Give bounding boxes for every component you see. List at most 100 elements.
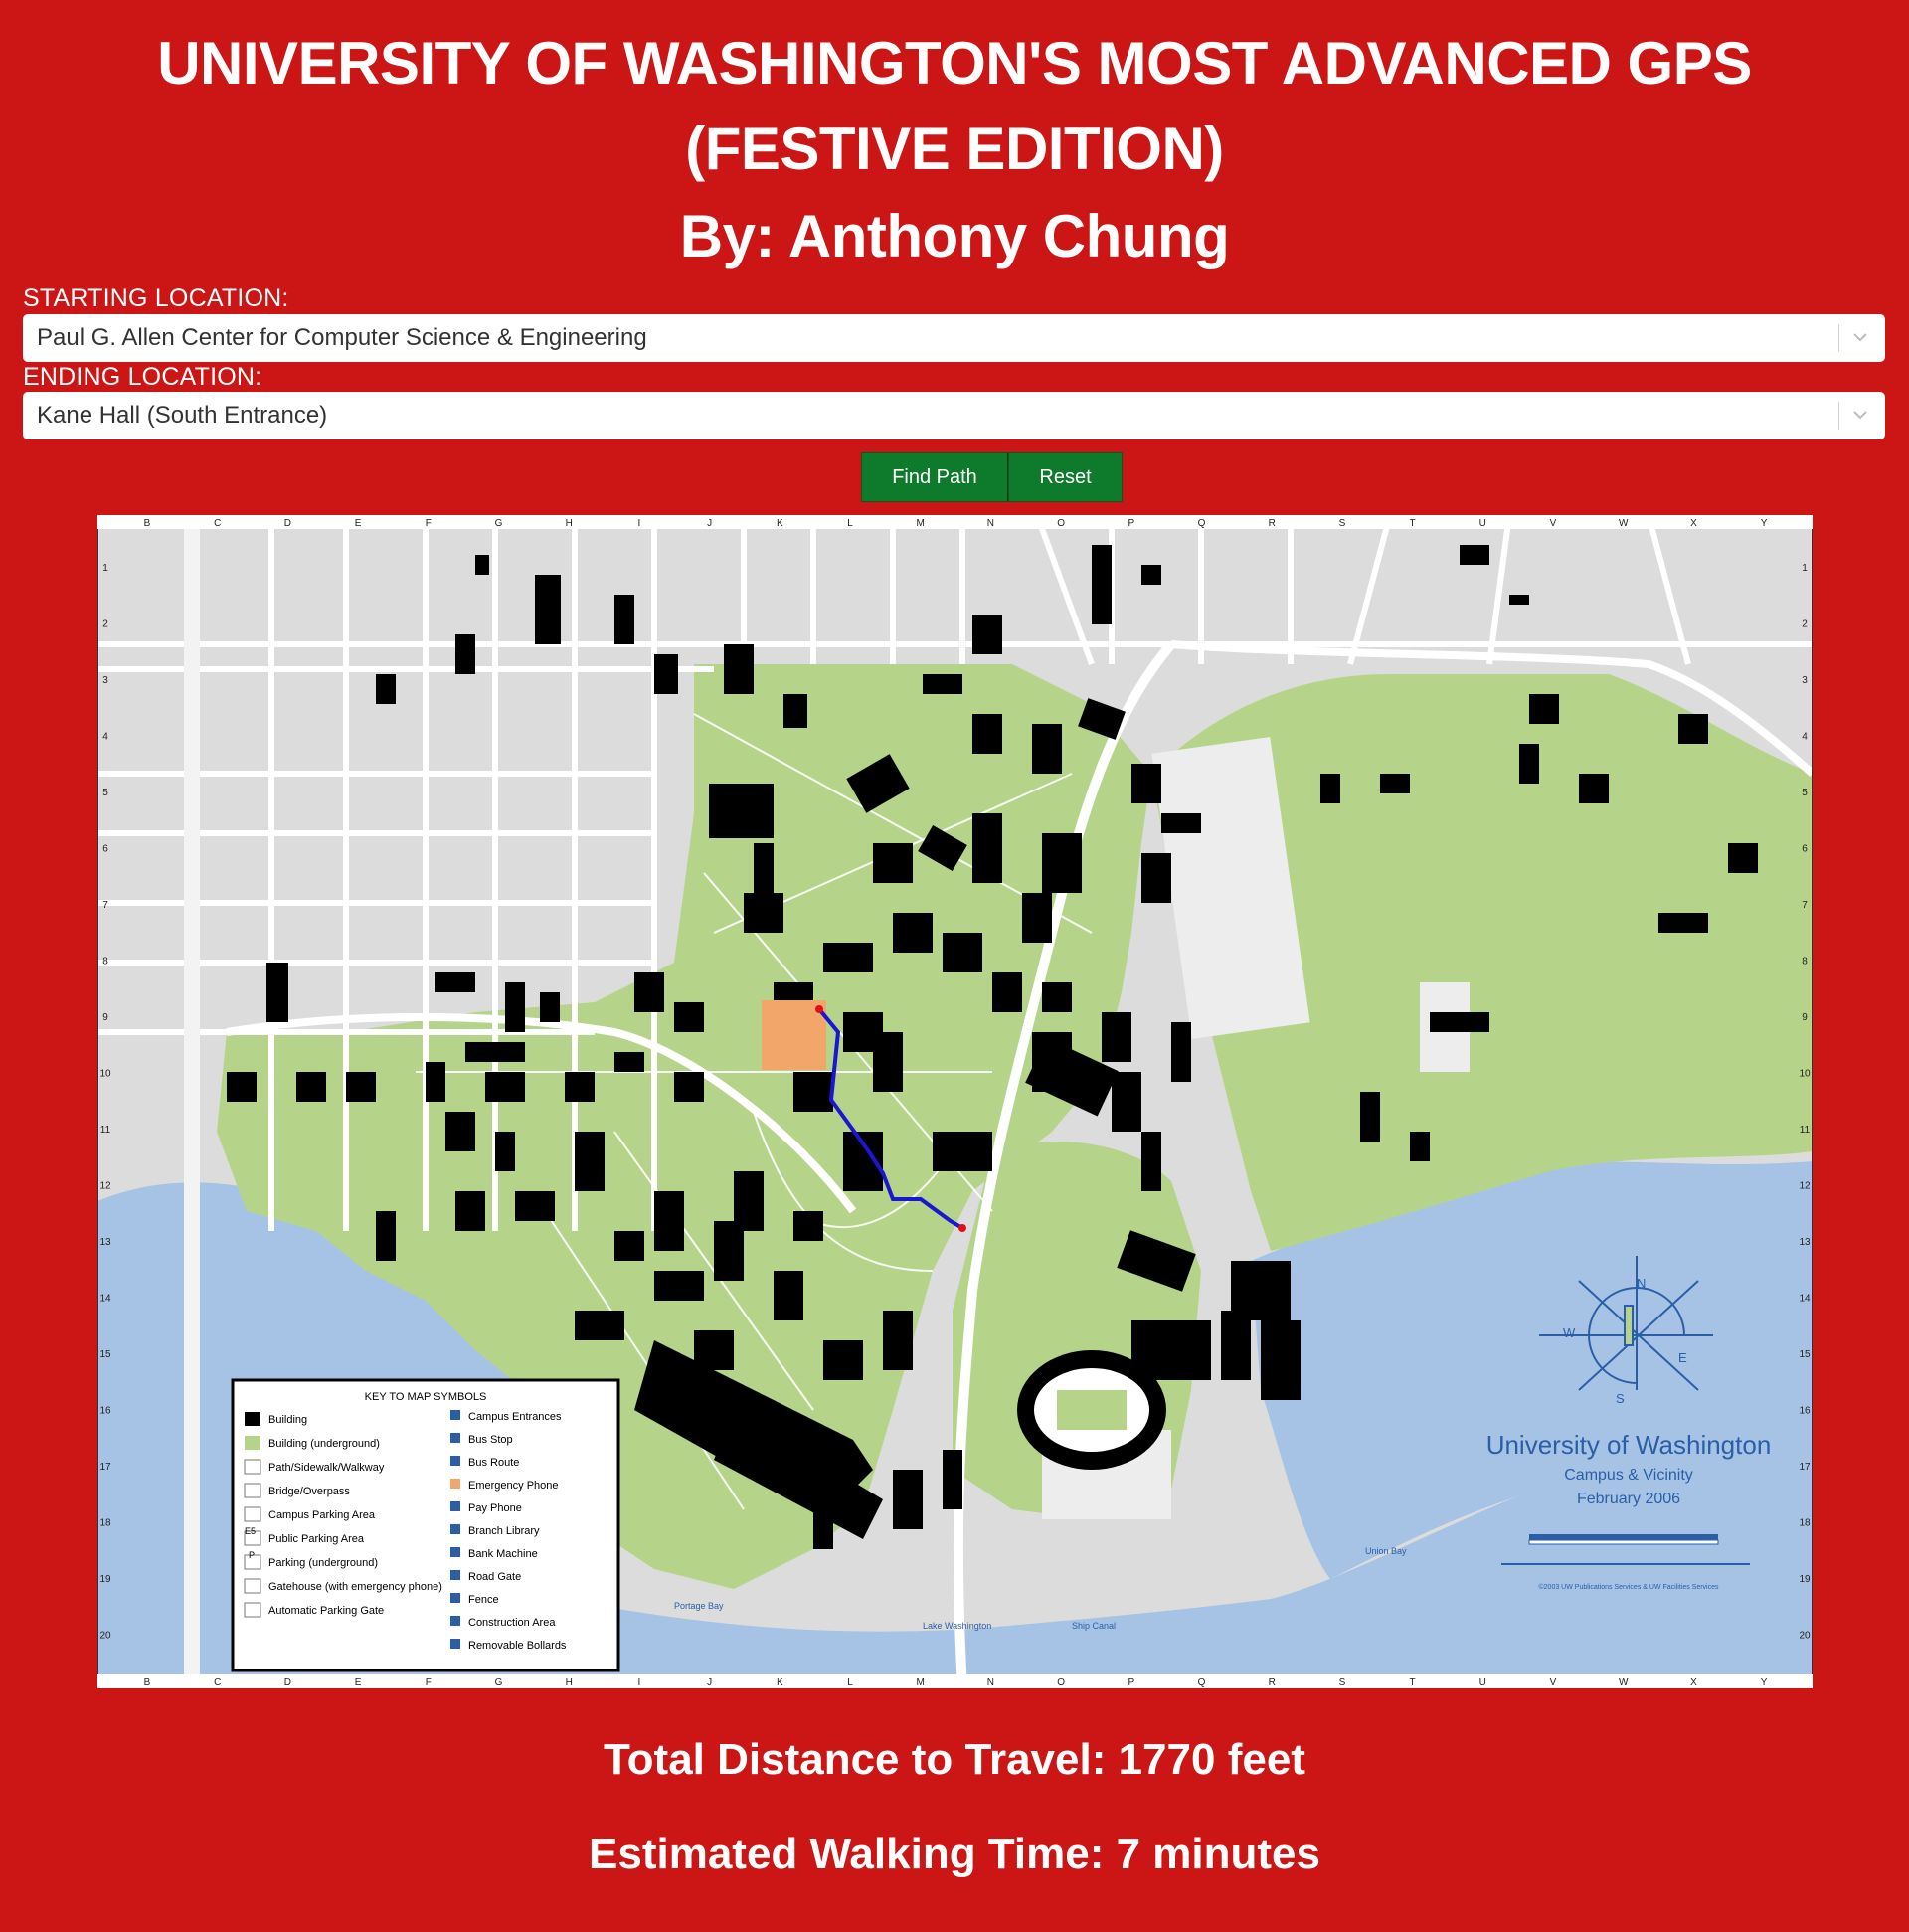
column-label: W [1619, 518, 1629, 529]
column-label: Q [1198, 518, 1206, 529]
legend-item: Road Gate [468, 1571, 521, 1583]
row-label: 13 [1799, 1237, 1811, 1248]
select-divider [1838, 324, 1839, 352]
row-label: 16 [1799, 1406, 1811, 1417]
end-select-value: Kane Hall (South Entrance) [37, 402, 328, 429]
row-label: 12 [99, 1181, 111, 1192]
start-label: STARTING LOCATION: [23, 284, 289, 312]
find-path-button[interactable]: Find Path [861, 452, 1008, 502]
row-label: 14 [99, 1294, 111, 1305]
row-label: 12 [1799, 1181, 1811, 1192]
column-label: U [1479, 518, 1486, 529]
legend-swatch [245, 1412, 260, 1426]
row-label: 10 [1799, 1069, 1811, 1080]
legend-item: Emergency Phone [468, 1480, 559, 1492]
column-label: W [1619, 1677, 1629, 1688]
column-label: Y [1761, 518, 1768, 529]
end-marker [958, 1224, 966, 1232]
row-label: 11 [1800, 1125, 1811, 1136]
column-label: P [1128, 1677, 1134, 1688]
column-label: K [777, 1677, 783, 1688]
walking-time: Estimated Walking Time: 7 minutes [589, 1830, 1320, 1878]
legend-swatch [450, 1433, 460, 1443]
legend-swatch [450, 1570, 460, 1580]
column-label: H [566, 518, 573, 529]
reset-button[interactable]: Reset [1008, 452, 1123, 502]
column-label: E [355, 1677, 362, 1688]
chevron-down-icon[interactable] [1845, 400, 1875, 430]
column-label: P [1128, 518, 1134, 529]
legend-swatch [450, 1593, 460, 1603]
row-label: 17 [1799, 1462, 1811, 1473]
column-label: U [1479, 1677, 1486, 1688]
row-label: 20 [99, 1631, 111, 1642]
column-label: I [638, 1677, 641, 1688]
stadium-turf [1057, 1390, 1127, 1430]
start-select[interactable]: Paul G. Allen Center for Computer Scienc… [23, 314, 1885, 362]
column-label: L [847, 518, 853, 529]
legend-swatch [244, 1506, 261, 1522]
water-label: Lake Washington [923, 1621, 991, 1631]
row-label: 5 [1802, 788, 1808, 798]
compass-south: S [1616, 1391, 1625, 1406]
legend-swatch [450, 1616, 460, 1626]
legend-item: Path/Sidewalk/Walkway [268, 1462, 385, 1474]
row-label: 1 [1802, 563, 1808, 574]
row-label: 5 [102, 788, 108, 798]
column-label: V [1550, 518, 1557, 529]
row-label: 9 [102, 1012, 108, 1023]
column-label: Q [1198, 1677, 1206, 1688]
legend-title: KEY TO MAP SYMBOLS [365, 1391, 487, 1403]
row-label: 9 [1802, 1012, 1808, 1023]
row-label: 13 [99, 1237, 111, 1248]
button-group: Find Path Reset [861, 452, 1123, 502]
map-brand-name: University of Washington [1486, 1430, 1772, 1460]
column-label: O [1057, 518, 1065, 529]
column-label: O [1057, 1677, 1065, 1688]
legend-swatch [450, 1639, 460, 1649]
row-label: 1 [102, 563, 108, 574]
column-label: D [284, 1677, 291, 1688]
row-label: 8 [1802, 957, 1808, 967]
row-label: 2 [102, 619, 108, 630]
row-label: 16 [99, 1406, 111, 1417]
compass-east: E [1678, 1350, 1687, 1365]
legend-swatch [244, 1578, 261, 1594]
column-label: X [1690, 518, 1697, 529]
legend-swatch [450, 1547, 460, 1557]
water-label: Portage Bay [674, 1601, 724, 1611]
legend-item: Bank Machine [468, 1548, 538, 1560]
legend-swatch [450, 1524, 460, 1534]
column-label: Y [1761, 1677, 1768, 1688]
campus-map[interactable]: B C D E F G H I J K L M N O P Q R S T U V W X Y B C D E F G H I J K L M N O P… [97, 515, 1813, 1688]
column-label: K [777, 518, 783, 529]
column-label: T [1410, 1677, 1416, 1688]
legend-swatch [244, 1602, 261, 1618]
column-label: F [426, 518, 432, 529]
row-label: 4 [102, 732, 108, 743]
row-label: 6 [1802, 844, 1808, 855]
water-label: Union Bay [1365, 1546, 1407, 1556]
legend-item: Building [268, 1414, 307, 1426]
column-label: B [144, 518, 151, 529]
row-label: 19 [99, 1574, 111, 1585]
legend-swatch [450, 1410, 460, 1420]
legend-item: Campus Parking Area [268, 1509, 376, 1521]
column-label: N [987, 1677, 994, 1688]
legend-item: Public Parking Area [268, 1533, 365, 1545]
column-label: G [495, 518, 503, 529]
row-label: 7 [1802, 900, 1808, 911]
column-label: V [1550, 1677, 1557, 1688]
end-select[interactable]: Kane Hall (South Entrance) [23, 392, 1885, 439]
page: UNIVERSITY OF WASHINGTON'S MOST ADVANCED… [0, 0, 1909, 1932]
chevron-down-icon[interactable] [1845, 322, 1875, 352]
compass-west: W [1563, 1325, 1576, 1340]
column-label: E [355, 518, 362, 529]
legend-item: Building (underground) [268, 1438, 380, 1450]
column-label: F [426, 1677, 432, 1688]
column-label: C [214, 518, 221, 529]
legend-item: Pay Phone [468, 1502, 522, 1514]
legend-item: Bus Stop [468, 1434, 513, 1446]
map-legend: KEY TO MAP SYMBOLS Building Building (und… [231, 1378, 620, 1672]
row-label: 2 [1802, 619, 1808, 630]
